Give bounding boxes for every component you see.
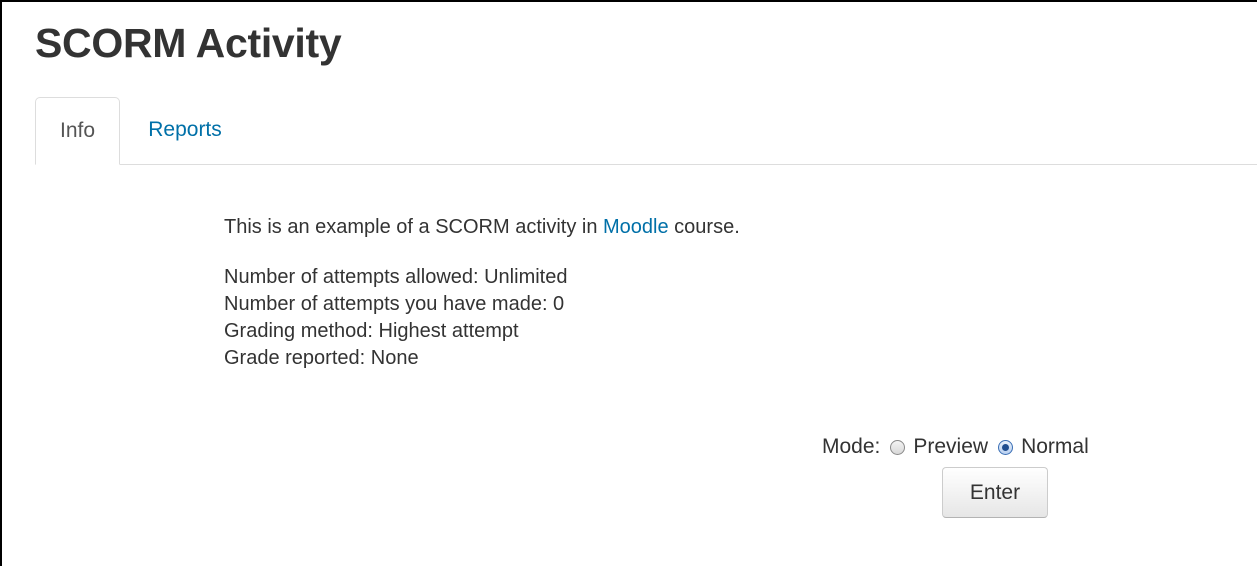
tab-bar: Info Reports: [35, 97, 1257, 165]
tab-reports[interactable]: Reports: [120, 97, 250, 163]
preview-radio[interactable]: [890, 439, 906, 455]
attempts-made-text: Number of attempts you have made: 0: [224, 293, 565, 315]
activity-content: This is an example of a SCORM activity i…: [224, 212, 1184, 372]
mode-selector: Mode: Preview Normal: [822, 432, 1089, 462]
attempt-details: Number of attempts allowed: Unlimited Nu…: [224, 264, 1184, 372]
mode-label: Mode:: [822, 435, 881, 459]
normal-label[interactable]: Normal: [1021, 432, 1089, 462]
enter-button[interactable]: Enter: [942, 467, 1048, 518]
attempts-allowed-text: Number of attempts allowed: Unlimited: [224, 266, 568, 288]
page-frame: SCORM Activity Info Reports This is an e…: [0, 0, 1257, 566]
tab-info[interactable]: Info: [35, 97, 120, 165]
intro-text-after: course.: [668, 216, 740, 238]
grading-method-text: Grading method: Highest attempt: [224, 320, 519, 342]
grade-reported-text: Grade reported: None: [224, 347, 419, 369]
page-title: SCORM Activity: [35, 20, 342, 66]
moodle-link[interactable]: Moodle: [603, 216, 669, 238]
intro-text-before: This is an example of a SCORM activity i…: [224, 216, 604, 238]
normal-radio[interactable]: [998, 439, 1014, 455]
activity-intro: This is an example of a SCORM activity i…: [224, 212, 1184, 242]
preview-label[interactable]: Preview: [913, 432, 988, 462]
